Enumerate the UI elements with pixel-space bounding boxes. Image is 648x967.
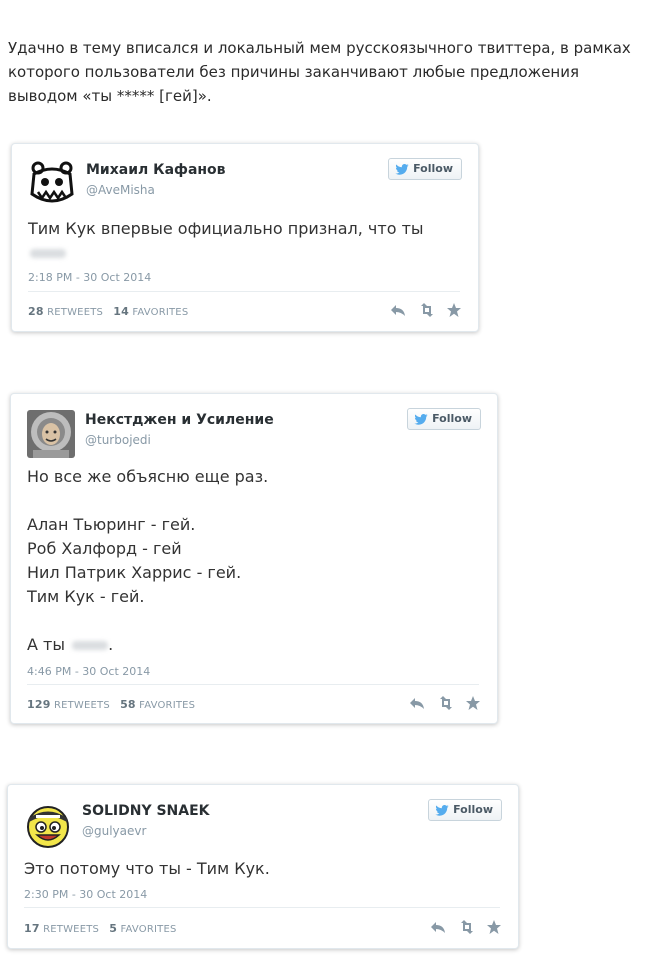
follow-button[interactable]: Follow xyxy=(388,158,462,180)
favorite-count[interactable]: 14 xyxy=(113,305,129,318)
tweet-line: Роб Халфорд - гей xyxy=(27,539,182,558)
favorites-label: FAVORITES xyxy=(132,307,189,318)
tweet-line: Но все же объясню еще раз. xyxy=(27,467,269,486)
author-handle[interactable]: @turbojedi xyxy=(85,433,151,447)
radiohead-bear-icon[interactable] xyxy=(28,160,76,208)
favorites-label: FAVORITES xyxy=(139,700,196,711)
tweet-actions xyxy=(409,695,481,711)
last-line-prefix: А ты xyxy=(27,635,65,654)
twitter-bird-icon xyxy=(435,804,449,816)
retweet-count[interactable]: 17 xyxy=(24,922,40,935)
favorite-count[interactable]: 58 xyxy=(120,698,136,711)
retweet-count[interactable]: 129 xyxy=(27,698,51,711)
favorite-icon[interactable] xyxy=(465,695,481,711)
author-handle[interactable]: @gulyaevr xyxy=(82,824,146,838)
divider xyxy=(28,291,460,292)
reply-icon[interactable] xyxy=(390,302,406,318)
tweet-stats: 28 RETWEETS 14 FAVORITES xyxy=(28,305,188,318)
tweet-line: Это потому что ты - Тим Кук. xyxy=(24,859,270,878)
author-name[interactable]: Некстджен и Усиление xyxy=(85,412,274,428)
tweet-line: Тим Кук впервые официально признал, что … xyxy=(28,219,424,238)
last-line-suffix: . xyxy=(108,635,114,654)
author-name[interactable]: SOLIDNY SNAEK xyxy=(82,803,210,819)
tweet-actions xyxy=(430,919,502,935)
reply-icon[interactable] xyxy=(409,695,425,711)
tweet-timestamp[interactable]: 4:46 PM - 30 Oct 2014 xyxy=(27,665,150,678)
tweet-stats: 129 RETWEETS 58 FAVORITES xyxy=(27,698,195,711)
tweet-line: Тим Кук - гей. xyxy=(27,587,145,606)
tweet-line: А ты . xyxy=(27,633,268,657)
divider xyxy=(27,684,479,685)
favorites-label: FAVORITES xyxy=(120,924,177,935)
tweet-timestamp[interactable]: 2:18 PM - 30 Oct 2014 xyxy=(28,271,151,284)
favorite-icon[interactable] xyxy=(446,302,462,318)
bandana-face-icon[interactable] xyxy=(24,801,72,849)
retweet-icon[interactable] xyxy=(418,302,434,318)
retweets-label: RETWEETS xyxy=(47,307,104,318)
retweet-icon[interactable] xyxy=(437,695,453,711)
tweet-text: Но все же объясню еще раз. Алан Тьюринг … xyxy=(27,465,268,657)
retweets-label: RETWEETS xyxy=(43,924,100,935)
tweet-card: SOLIDNY SNAEK @gulyaevr Follow Это потом… xyxy=(7,784,519,949)
tweet-line xyxy=(27,609,268,633)
intro-text: Удачно в тему вписался и локальный мем р… xyxy=(8,39,631,105)
divider xyxy=(24,907,500,908)
retweet-count[interactable]: 28 xyxy=(28,305,44,318)
tweet-text: Это потому что ты - Тим Кук. xyxy=(24,857,270,881)
tweet-stats: 17 RETWEETS 5 FAVORITES xyxy=(24,922,177,935)
twitter-bird-icon xyxy=(395,163,409,175)
follow-label: Follow xyxy=(453,803,493,816)
author-name[interactable]: Михаил Кафанов xyxy=(86,162,226,178)
cosmonaut-photo-icon[interactable] xyxy=(27,410,75,458)
tweet-line: Нил Патрик Харрис - гей. xyxy=(27,563,242,582)
author-handle[interactable]: @AveMisha xyxy=(86,183,155,197)
tweet-line xyxy=(27,489,268,513)
retweet-icon[interactable] xyxy=(458,919,474,935)
follow-label: Follow xyxy=(432,412,472,425)
blurred-word xyxy=(72,641,109,650)
tweet-actions xyxy=(390,302,462,318)
follow-button[interactable]: Follow xyxy=(428,799,502,821)
tweet-card: Михаил Кафанов @AveMisha Follow Тим Кук … xyxy=(11,143,479,332)
favorite-icon[interactable] xyxy=(486,919,502,935)
follow-label: Follow xyxy=(413,162,453,175)
reply-icon[interactable] xyxy=(430,919,446,935)
tweet-timestamp[interactable]: 2:30 PM - 30 Oct 2014 xyxy=(24,888,147,901)
retweets-label: RETWEETS xyxy=(53,700,110,711)
blurred-word xyxy=(30,249,66,258)
tweet-text: Тим Кук впервые официально признал, что … xyxy=(28,217,424,265)
tweet-card: Некстджен и Усиление @turbojedi Follow Н… xyxy=(10,393,498,724)
follow-button[interactable]: Follow xyxy=(407,408,481,430)
favorite-count[interactable]: 5 xyxy=(109,922,117,935)
tweet-line: Алан Тьюринг - гей. xyxy=(27,515,196,534)
twitter-bird-icon xyxy=(414,413,428,425)
